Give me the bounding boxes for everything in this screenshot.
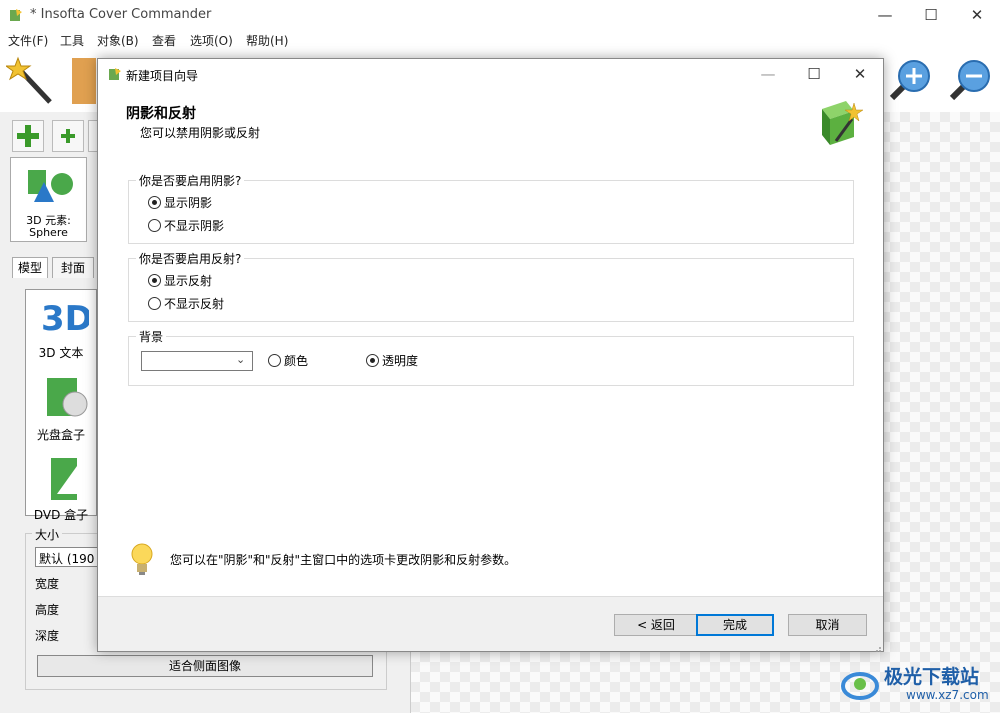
- main-titlebar: * Insofta Cover Commander — ☐ ✕: [0, 0, 1000, 30]
- 3d-text-icon[interactable]: 3D: [41, 296, 93, 339]
- menu-tools[interactable]: 工具: [60, 32, 84, 49]
- wizard-icon: [816, 97, 864, 147]
- shapes-icon: [26, 164, 74, 204]
- fit-side-image-button[interactable]: 适合侧面图像: [37, 655, 373, 677]
- window-title: * Insofta Cover Commander: [30, 7, 212, 22]
- dialog-header: 阴影和反射 您可以禁用阴影或反射: [98, 89, 883, 157]
- model-item-dvd-box[interactable]: DVD 盒子: [26, 506, 96, 523]
- depth-label: 深度: [35, 629, 60, 643]
- dialog-titlebar: 新建项目向导 — ☐ ✕: [98, 59, 883, 89]
- model-item-3d-text[interactable]: 3D 文本: [26, 344, 96, 361]
- menu-object[interactable]: 对象(B): [97, 32, 139, 49]
- dialog-close-button[interactable]: ✕: [837, 59, 883, 89]
- minimize-button[interactable]: —: [862, 0, 908, 30]
- wizard-step-subtitle: 您可以禁用阴影或反射: [140, 126, 261, 140]
- watermark-logo-icon: [840, 664, 880, 704]
- tab-cover[interactable]: 封面: [52, 257, 94, 278]
- cancel-button[interactable]: 取消: [788, 614, 867, 636]
- element-box[interactable]: 3D 元素: Sphere: [10, 157, 87, 242]
- lightbulb-icon: [130, 542, 154, 578]
- menu-view[interactable]: 查看: [152, 32, 176, 49]
- width-label: 宽度: [35, 577, 60, 591]
- watermark-name: 极光下载站: [884, 666, 980, 688]
- add-object-button[interactable]: [12, 120, 44, 152]
- show-shadow-label[interactable]: 显示阴影: [164, 194, 212, 211]
- magic-wand-icon[interactable]: [4, 56, 56, 106]
- element-name-label: Sphere: [29, 226, 68, 239]
- maximize-button[interactable]: ☐: [908, 0, 954, 30]
- dialog-body: 你是否要启用阴影? 显示阴影 不显示阴影 你是否要启用反射? 显示反射 不显示反…: [98, 156, 883, 596]
- background-color-select[interactable]: ⌄: [141, 351, 253, 371]
- dvd-box-icon[interactable]: [41, 456, 89, 502]
- menu-options[interactable]: 选项(O): [190, 32, 233, 49]
- open-box-icon[interactable]: [70, 56, 96, 106]
- size-preset-select[interactable]: 默认 (190 m: [35, 547, 99, 567]
- dialog-separator: [98, 596, 883, 597]
- reflection-group: [128, 258, 854, 322]
- add-element-button[interactable]: [52, 120, 84, 152]
- close-button[interactable]: ✕: [954, 0, 1000, 30]
- wizard-step-title: 阴影和反射: [126, 106, 196, 122]
- menu-bar: 文件(F) 工具 对象(B) 查看 选项(O) 帮助(H): [0, 30, 1000, 50]
- shadow-group-legend: 你是否要启用阴影?: [136, 172, 245, 189]
- plus-small-icon: [61, 129, 75, 143]
- background-color-radio[interactable]: [268, 354, 281, 367]
- finish-button[interactable]: 完成: [696, 614, 774, 636]
- dialog-maximize-button[interactable]: ☐: [791, 59, 837, 89]
- hide-shadow-label[interactable]: 不显示阴影: [164, 217, 224, 234]
- zoom-in-icon[interactable]: [884, 56, 934, 106]
- model-item-cd-box[interactable]: 光盘盒子: [26, 426, 96, 443]
- background-transparent-radio[interactable]: [366, 354, 379, 367]
- new-project-wizard-dialog: 新建项目向导 — ☐ ✕ 阴影和反射 您可以禁用阴影或反射 你是否要启用阴影? …: [97, 58, 884, 652]
- menu-help[interactable]: 帮助(H): [246, 32, 288, 49]
- dialog-minimize-button[interactable]: —: [745, 59, 791, 89]
- tab-model[interactable]: 模型: [12, 257, 48, 278]
- hide-shadow-radio[interactable]: [148, 219, 161, 232]
- chevron-down-icon: ⌄: [236, 353, 246, 366]
- reflection-group-legend: 你是否要启用反射?: [136, 250, 245, 267]
- background-group-legend: 背景: [136, 328, 167, 345]
- hint-text: 您可以在"阴影"和"反射"主窗口中的选项卡更改阴影和反射参数。: [170, 553, 517, 567]
- svg-text:3D: 3D: [41, 299, 89, 336]
- show-reflection-radio[interactable]: [148, 274, 161, 287]
- background-color-label[interactable]: 颜色: [284, 352, 308, 369]
- resize-grip-icon[interactable]: [873, 641, 881, 652]
- app-icon: [8, 7, 24, 23]
- watermark-url: www.xz7.com: [906, 688, 989, 702]
- show-reflection-label[interactable]: 显示反射: [164, 272, 212, 289]
- cd-box-icon[interactable]: [41, 376, 89, 420]
- hide-reflection-label[interactable]: 不显示反射: [164, 295, 224, 312]
- menu-file[interactable]: 文件(F): [8, 32, 48, 49]
- background-transparent-label[interactable]: 透明度: [382, 352, 418, 369]
- dialog-title: 新建项目向导: [126, 69, 199, 83]
- shadow-group: [128, 180, 854, 244]
- back-button[interactable]: < 返回: [614, 614, 698, 636]
- plus-icon: [17, 125, 39, 147]
- hide-reflection-radio[interactable]: [148, 297, 161, 310]
- zoom-out-icon[interactable]: [944, 56, 994, 106]
- height-label: 高度: [35, 603, 60, 617]
- size-group-legend: 大小: [32, 526, 63, 543]
- show-shadow-radio[interactable]: [148, 196, 161, 209]
- dialog-app-icon: [107, 66, 123, 82]
- size-preset-value: 默认 (190 m: [39, 552, 97, 566]
- model-list: 3D 3D 文本 光盘盒子 DVD 盒子: [25, 289, 97, 522]
- watermark: 极光下载站 www.xz7.com: [840, 660, 995, 710]
